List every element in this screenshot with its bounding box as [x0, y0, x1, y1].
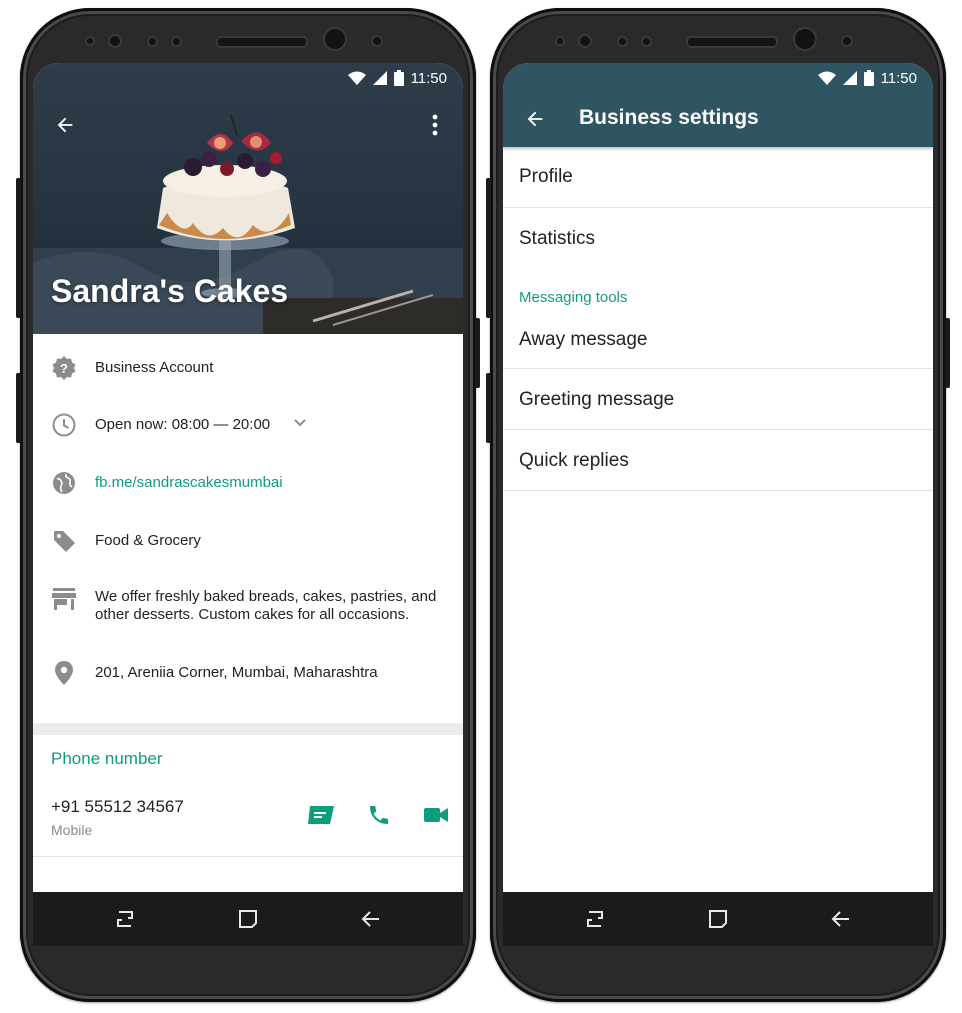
recents-icon	[586, 911, 603, 927]
screen-business-settings: Business settings 11:50 Profile Statisti…	[503, 63, 933, 892]
settings-item-statistics[interactable]: Statistics	[503, 208, 933, 269]
volume-button	[16, 178, 21, 318]
phone-frame-right: Business settings 11:50 Profile Statisti…	[486, 8, 950, 1002]
battery-icon	[863, 70, 874, 86]
system-back-button[interactable]	[821, 899, 861, 939]
system-navbar	[503, 892, 933, 946]
settings-item-greeting-message[interactable]: Greeting message	[503, 370, 933, 430]
business-account-label: Business Account	[95, 359, 214, 376]
top-bezel	[20, 8, 476, 64]
video-call-button[interactable]	[423, 803, 449, 832]
sensor	[147, 36, 158, 47]
power-button	[475, 318, 480, 388]
section-header-messaging-tools: Messaging tools	[519, 289, 628, 306]
settings-item-away-message[interactable]: Away message	[503, 311, 933, 369]
battery-icon	[393, 70, 404, 86]
bixby-button	[16, 373, 21, 443]
sensor	[841, 35, 853, 47]
wifi-icon	[817, 71, 836, 85]
bottom-bezel	[503, 892, 933, 988]
system-navbar	[33, 892, 463, 946]
iris-sensor	[578, 34, 592, 48]
voice-call-button[interactable]	[367, 803, 391, 832]
page-title: Business settings	[579, 106, 759, 129]
phone-icon	[370, 806, 388, 824]
signal-icon	[372, 71, 387, 85]
power-button	[945, 318, 950, 388]
home-square-icon	[238, 910, 257, 928]
bixby-button	[486, 373, 491, 443]
phone-number-header: Phone number	[51, 749, 163, 768]
status-time: 11:50	[880, 69, 917, 87]
earpiece-speaker	[216, 36, 308, 48]
address-text: 201, Areniia Corner, Mumbai, Maharashtra	[95, 664, 378, 681]
sensor	[85, 36, 95, 46]
sensor	[371, 35, 383, 47]
top-bezel	[490, 8, 946, 64]
sensor	[555, 36, 565, 46]
volume-button	[486, 178, 491, 318]
status-bar: 11:50	[33, 63, 463, 93]
overflow-menu-button[interactable]	[421, 111, 449, 139]
phone-frame-left: Sandra's Cakes 11:50 ? Business Account …	[16, 8, 480, 1002]
back-arrow-icon	[361, 911, 380, 927]
message-icon	[308, 806, 334, 824]
settings-item-profile[interactable]: Profile	[503, 147, 933, 208]
recents-button[interactable]	[575, 899, 615, 939]
home-square-icon	[708, 910, 727, 928]
sensor	[171, 36, 182, 47]
category-text: Food & Grocery	[95, 532, 201, 549]
back-button[interactable]	[521, 105, 549, 133]
business-name: Sandra's Cakes	[51, 273, 289, 309]
signal-icon	[842, 71, 857, 85]
sensor	[617, 36, 628, 47]
phone-number-type: Mobile	[51, 822, 93, 838]
verified-badge-icon: ?	[51, 355, 77, 381]
recents-button[interactable]	[105, 899, 145, 939]
back-button[interactable]	[51, 111, 79, 139]
location-pin-icon	[51, 660, 77, 686]
back-arrow-icon	[831, 911, 850, 927]
videocam-icon	[424, 808, 448, 822]
clock-icon	[51, 412, 77, 438]
bottom-bezel	[33, 892, 463, 988]
home-button[interactable]	[698, 899, 738, 939]
more-vert-icon	[432, 114, 438, 136]
arrow-back-icon	[57, 117, 73, 133]
chevron-down-icon[interactable]	[291, 414, 309, 437]
phone-number-value[interactable]: +91 55512 34567	[51, 797, 184, 817]
globe-icon	[51, 470, 77, 496]
message-button[interactable]	[307, 803, 335, 832]
phone-actions	[307, 803, 449, 832]
recents-icon	[116, 911, 133, 927]
store-icon	[51, 586, 77, 612]
description-text: We offer freshly baked breads, cakes, pa…	[95, 588, 437, 623]
settings-item-quick-replies[interactable]: Quick replies	[503, 431, 933, 491]
screen-business-profile: Sandra's Cakes 11:50 ? Business Account …	[33, 63, 463, 892]
section-divider	[33, 723, 463, 735]
cover-photo: Sandra's Cakes	[33, 63, 463, 334]
sensor	[641, 36, 652, 47]
system-back-button[interactable]	[351, 899, 391, 939]
website-link[interactable]: fb.me/sandrascakesmumbai	[95, 474, 445, 492]
arrow-back-icon	[527, 111, 543, 127]
status-time: 11:50	[410, 69, 447, 87]
status-bar: 11:50	[503, 63, 933, 93]
svg-text:?: ?	[60, 361, 68, 376]
front-camera	[793, 27, 817, 51]
row-divider	[33, 856, 463, 857]
front-camera	[323, 27, 347, 51]
home-button[interactable]	[228, 899, 268, 939]
iris-sensor	[108, 34, 122, 48]
tag-icon	[51, 528, 77, 554]
hours-text: Open now: 08:00 — 20:00	[95, 416, 271, 433]
earpiece-speaker	[686, 36, 778, 48]
wifi-icon	[347, 71, 366, 85]
